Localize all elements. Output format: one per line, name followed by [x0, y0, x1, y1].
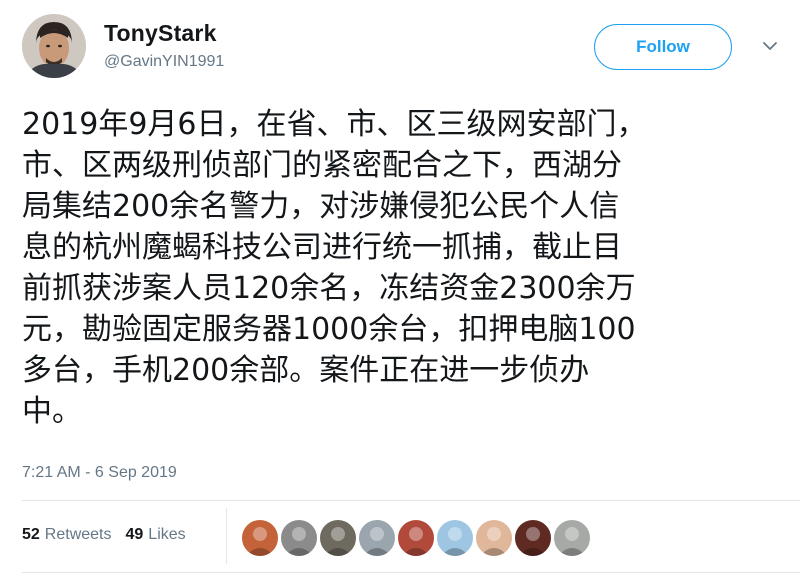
tweet-text-line: 中。: [22, 394, 82, 429]
cartoon-avatar-icon[interactable]: [396, 518, 436, 558]
display-name[interactable]: TonyStark: [104, 20, 217, 47]
profile-avatar[interactable]: [22, 14, 86, 78]
tweet-text-line: 2019年9月6日，在省、市、区三级网安部门，: [22, 107, 647, 142]
divider: [22, 500, 800, 501]
chevron-down-icon[interactable]: [762, 38, 778, 54]
bird-avatar-icon[interactable]: [435, 518, 475, 558]
tweet-timestamp[interactable]: 7:21 AM - 6 Sep 2019: [22, 464, 177, 482]
follow-button[interactable]: Follow: [594, 24, 732, 70]
tweet-text-line: 息的杭州魔蝎科技公司进行统一抓捕，截止目: [22, 230, 622, 265]
figure-avatar-icon[interactable]: [357, 518, 397, 558]
likes-label[interactable]: Likes: [148, 526, 185, 544]
person-avatar-icon[interactable]: [513, 518, 553, 558]
tweet-text-line: 市、区两级刑侦部门的紧密配合之下，西湖分: [22, 148, 622, 183]
tweet-stats: 52 Retweets 49 Likes: [22, 526, 186, 544]
profile-photo-icon: [22, 14, 86, 78]
tweet-text-line: 前抓获涉案人员120余名，冻结资金2300余万: [22, 271, 636, 306]
retweets-count[interactable]: 52: [22, 526, 40, 544]
person-avatar-icon[interactable]: [474, 518, 514, 558]
figure-avatar-icon[interactable]: [318, 518, 358, 558]
tweet-text-line: 多台，手机200余部。案件正在进一步侦办: [22, 353, 590, 388]
person-avatar-icon[interactable]: [279, 518, 319, 558]
tweet-card: TonyStark @GavinYIN1991 Follow 2019年9月6日…: [0, 0, 800, 580]
divider: [22, 572, 800, 573]
tweet-text-line: 元，勘验固定服务器1000余台，扣押电脑100: [22, 312, 636, 347]
tweet-text-line: 局集结200余名警力，对涉嫌侵犯公民个人信: [22, 189, 620, 224]
retweets-label[interactable]: Retweets: [45, 526, 112, 544]
tweet-text: 2019年9月6日，在省、市、区三级网安部门， 市、区两级刑侦部门的紧密配合之下…: [22, 104, 792, 432]
sunset-avatar-icon[interactable]: [240, 518, 280, 558]
divider: [226, 508, 227, 564]
figure-avatar-icon[interactable]: [552, 518, 592, 558]
user-handle[interactable]: @GavinYIN1991: [104, 53, 224, 71]
likes-count[interactable]: 49: [126, 526, 144, 544]
